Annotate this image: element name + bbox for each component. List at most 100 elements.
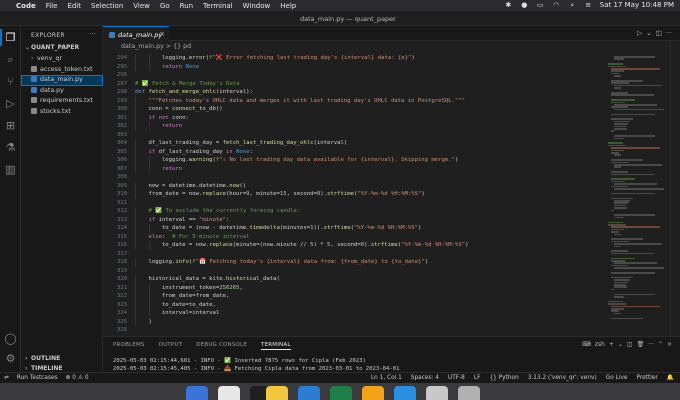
code-line[interactable]: 321 instrument_token=256265, (103, 283, 573, 292)
code-line[interactable]: 305 if df_last_trading_day is None: (103, 147, 573, 156)
encoding[interactable]: UTF-8 (448, 375, 465, 381)
tab-debug-console[interactable]: DEBUG CONSOLE (196, 342, 247, 350)
run-testcases-button[interactable]: Run Testcases (17, 375, 58, 381)
menu-code[interactable]: Code (16, 2, 36, 10)
battery-icon[interactable]: ▭ (536, 1, 545, 9)
app-icon[interactable] (458, 386, 480, 400)
excel-icon[interactable] (330, 386, 352, 400)
code-line[interactable]: 324 interval=interval (103, 309, 573, 318)
chart-icon[interactable]: ▥ (4, 163, 17, 176)
vscode-icon[interactable] (394, 386, 416, 400)
shell-name[interactable]: zsh (595, 341, 605, 348)
go-live-button[interactable]: Go Live (606, 375, 628, 381)
source-control-icon[interactable]: ⑂ (4, 75, 17, 88)
wifi-icon[interactable]: ◠ (552, 1, 561, 9)
menu-terminal[interactable]: Terminal (203, 2, 233, 10)
tree-item-data[interactable]: data.py (21, 86, 103, 97)
tab-data-main[interactable]: data_main.py × (103, 26, 169, 41)
line-ending[interactable]: LF (474, 375, 481, 381)
tree-item-data-main[interactable]: data_main.py (21, 75, 103, 86)
bluetooth-icon[interactable]: ✱ (504, 1, 513, 9)
code-line[interactable]: 301 if not conn: (103, 113, 573, 122)
finder-icon[interactable] (186, 386, 208, 400)
menu-selection[interactable]: Selection (91, 2, 123, 10)
indentation[interactable]: Spaces: 4 (411, 375, 439, 381)
menu-file[interactable]: File (46, 2, 58, 10)
tree-item-requirements[interactable]: requirements.txt (21, 96, 103, 107)
code-line[interactable]: 326 (103, 326, 573, 335)
menu-edit[interactable]: Edit (67, 2, 81, 10)
code-line[interactable]: 322 from_date=from_date, (103, 292, 573, 301)
code-line[interactable]: 304 df_last_trading_day = fetch_last_tra… (103, 139, 573, 148)
tree-item-access-token[interactable]: access_token.txt (21, 65, 103, 76)
code-line[interactable]: 323 to_date=to_date, (103, 300, 573, 309)
tab-terminal[interactable]: TERMINAL (261, 342, 291, 350)
prettier-button[interactable]: Prettier (636, 375, 657, 381)
run-debug-icon[interactable]: ▷ (4, 97, 17, 110)
record-icon[interactable]: ● (520, 1, 529, 9)
code-line[interactable]: 294 logging.error(f"❌ Error fetching las… (103, 54, 573, 63)
menubar-clock[interactable]: Sat 17 May 10:48 PM (600, 1, 674, 9)
code-line[interactable]: 296 (103, 71, 573, 80)
language-mode[interactable]: {} Python (489, 375, 518, 381)
app-icon[interactable] (362, 386, 384, 400)
problems-count[interactable]: ⊗ 0 ⚠ 0 (66, 375, 89, 381)
code-line[interactable]: 295 return None (103, 62, 573, 71)
code-line[interactable]: 316 to_date = now.replace(minute=(now.mi… (103, 241, 573, 250)
vertical-scrollbar[interactable] (670, 41, 680, 336)
tab-output[interactable]: OUTPUT (159, 342, 183, 350)
chrome-icon[interactable] (218, 386, 240, 400)
outline-section[interactable]: › OUTLINE (25, 355, 60, 362)
settings-gear-icon[interactable]: ⚙ (4, 352, 17, 365)
code-line[interactable]: 325 ) (103, 317, 573, 326)
code-line[interactable]: 303 (103, 131, 573, 140)
minimap[interactable] (608, 56, 668, 326)
code-line[interactable]: 315 else: # For 5-minute interval (103, 232, 573, 241)
split-terminal-icon[interactable]: ◫ (627, 341, 633, 348)
tree-item-venv-qr[interactable]: › venv_qr (21, 54, 103, 65)
close-icon[interactable]: × (159, 30, 165, 38)
code-line[interactable]: 318 logging.info(f"📅 Fetching today's {i… (103, 258, 573, 267)
code-line[interactable]: 312 # ✅ To exclude the currently forming… (103, 207, 573, 216)
maximize-panel-icon[interactable]: ⌃ (658, 341, 663, 348)
menu-run[interactable]: Run (180, 2, 193, 10)
code-line[interactable]: 310 from_date = now.replace(hour=9, minu… (103, 190, 573, 199)
code-line[interactable]: 297 # ✅ Fetch & Merge Today's Data (103, 80, 573, 89)
breadcrumb[interactable]: data_main.py > {} pd (121, 43, 191, 50)
menu-window[interactable]: Window (243, 2, 271, 10)
code-line[interactable]: 306 logging.warning(f"⚠ No last trading … (103, 156, 573, 165)
account-icon[interactable]: ◯ (4, 332, 17, 345)
code-line[interactable]: 302 return (103, 122, 573, 131)
app-icon[interactable] (426, 386, 448, 400)
code-line[interactable]: 300 conn = connect_to_db() (103, 105, 573, 114)
split-editor-icon[interactable]: ◫ (656, 29, 662, 37)
add-terminal-icon[interactable]: + (609, 341, 614, 348)
more-actions-icon[interactable]: ··· (666, 29, 672, 37)
code-line[interactable]: 309 now = datetime.datetime.now() (103, 181, 573, 190)
word-icon[interactable] (298, 386, 320, 400)
code-line[interactable]: 313 if interval == "minute": (103, 215, 573, 224)
chevron-down-icon[interactable]: ⌄ (646, 29, 651, 37)
remote-icon[interactable]: ⇌ (4, 375, 9, 381)
terminal-output[interactable]: 2025-05-03 02:15:44,601 - INFO - ✅ Inser… (113, 357, 400, 373)
code-line[interactable]: 317 (103, 250, 573, 259)
notes-icon[interactable] (266, 386, 288, 400)
close-icon[interactable]: × (667, 341, 672, 348)
menu-help[interactable]: Help (280, 2, 296, 10)
timeline-section[interactable]: › TIMELINE (25, 365, 63, 372)
project-folder[interactable]: ⌄QUANT_PAPER (25, 44, 79, 51)
testing-icon[interactable]: ⚗ (4, 141, 17, 154)
extensions-icon[interactable]: ⊞ (4, 119, 17, 132)
run-icon[interactable]: ▷ (637, 29, 642, 37)
more-actions-icon[interactable]: ··· (648, 341, 654, 348)
code-line[interactable]: 320 historical_data = kite.historical_da… (103, 275, 573, 284)
menu-view[interactable]: View (133, 2, 150, 10)
code-line[interactable]: 307 return (103, 164, 573, 173)
code-line[interactable]: 299 """Fetches today's OHLC data and mer… (103, 96, 573, 105)
chevron-down-icon[interactable]: ⌄ (618, 341, 623, 348)
code-line[interactable]: 308 (103, 173, 573, 182)
search-icon[interactable]: ⌕ (4, 53, 17, 66)
code-line[interactable]: 314 to_date = (now - datetime.timedelta(… (103, 224, 573, 233)
code-line[interactable]: 311 (103, 199, 573, 208)
trash-icon[interactable]: 🗑 (637, 341, 645, 348)
